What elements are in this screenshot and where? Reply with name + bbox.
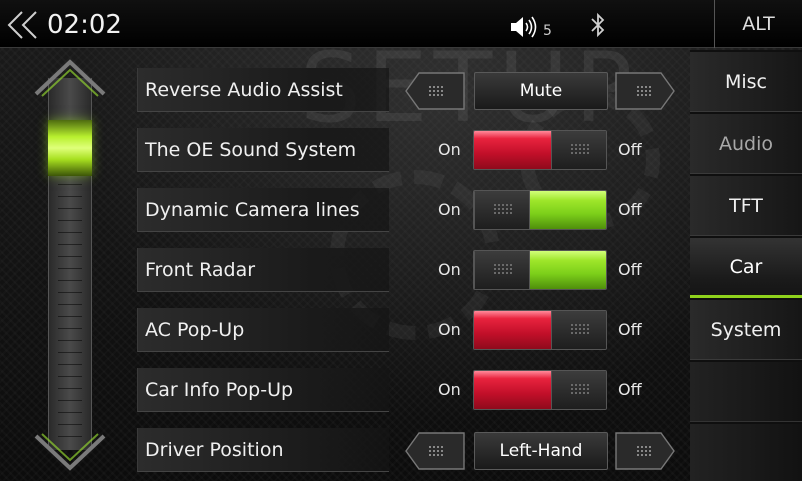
on-label: On <box>438 320 461 339</box>
arrow-right-icon <box>615 432 675 470</box>
tab-placeholder <box>690 424 802 481</box>
off-label: Off <box>618 140 642 159</box>
volume-indicator[interactable]: 5 <box>510 14 560 40</box>
volume-level: 5 <box>543 23 552 39</box>
on-label: On <box>438 200 461 219</box>
bluetooth-icon <box>591 12 605 38</box>
toggle-fill <box>474 131 552 169</box>
setting-row-car-info-pop-up: Car Info Pop-Up On Off <box>137 366 677 414</box>
toggle-fill <box>474 371 552 409</box>
setting-label: Dynamic Camera lines <box>137 188 389 232</box>
arrow-right-icon <box>615 72 675 110</box>
next-option-button[interactable] <box>615 72 675 110</box>
status-bar: 02:02 5 ALT <box>0 0 802 48</box>
car-info-pop-up-toggle[interactable] <box>473 370 607 410</box>
tab-audio[interactable]: Audio <box>690 114 802 174</box>
setting-row-reverse-audio-assist: Reverse Audio Assist Mute <box>137 66 677 114</box>
setting-label: Driver Position <box>137 428 389 472</box>
dynamic-camera-lines-toggle[interactable] <box>473 190 607 230</box>
back-button[interactable] <box>6 10 42 40</box>
toggle-fill <box>530 251 606 289</box>
next-option-button[interactable] <box>615 432 675 470</box>
tab-tft[interactable]: TFT <box>690 176 802 236</box>
chevron-down-icon <box>34 433 106 471</box>
chevron-up-icon <box>34 59 106 97</box>
speaker-icon <box>511 16 537 38</box>
setting-label: Reverse Audio Assist <box>137 68 389 112</box>
off-label: Off <box>618 380 642 399</box>
toggle-knob[interactable] <box>551 371 606 409</box>
off-label: Off <box>618 260 642 279</box>
bluetooth-status <box>589 12 607 38</box>
off-label: Off <box>618 200 642 219</box>
toggle-knob[interactable] <box>551 131 606 169</box>
clock: 02:02 <box>47 10 122 40</box>
toggle-fill <box>474 311 552 349</box>
on-label: On <box>438 380 461 399</box>
tab-car[interactable]: Car <box>690 238 802 298</box>
on-label: On <box>438 260 461 279</box>
setting-label: The OE Sound System <box>137 128 389 172</box>
setting-label: Front Radar <box>137 248 389 292</box>
ac-pop-up-toggle[interactable] <box>473 310 607 350</box>
alt-button[interactable]: ALT <box>715 0 802 48</box>
on-label: On <box>438 140 461 159</box>
selector-value: Mute <box>474 72 608 110</box>
tab-placeholder <box>690 362 802 422</box>
toggle-fill <box>530 191 606 229</box>
category-tabs: Misc Audio TFT Car System <box>690 50 802 481</box>
selector-value: Left-Hand <box>474 432 608 470</box>
arrow-left-icon <box>405 432 465 470</box>
setting-label: AC Pop-Up <box>137 308 389 352</box>
setting-row-dynamic-camera-lines: Dynamic Camera lines On Off <box>137 186 677 234</box>
scrollbar[interactable] <box>30 58 110 472</box>
previous-option-button[interactable] <box>405 432 465 470</box>
setting-row-ac-pop-up: AC Pop-Up On Off <box>137 306 677 354</box>
tab-system[interactable]: System <box>690 300 802 360</box>
double-chevron-left-icon <box>7 11 37 39</box>
off-label: Off <box>618 320 642 339</box>
scroll-thumb[interactable] <box>48 120 92 176</box>
setting-label: Car Info Pop-Up <box>137 368 389 412</box>
scroll-up-button[interactable] <box>30 58 110 100</box>
arrow-left-icon <box>405 72 465 110</box>
setting-row-front-radar: Front Radar On Off <box>137 246 677 294</box>
toggle-knob[interactable] <box>551 311 606 349</box>
scroll-down-button[interactable] <box>30 430 110 472</box>
tab-misc[interactable]: Misc <box>690 52 802 112</box>
oe-sound-system-toggle[interactable] <box>473 130 607 170</box>
toggle-knob[interactable] <box>474 191 530 229</box>
front-radar-toggle[interactable] <box>473 250 607 290</box>
toggle-knob[interactable] <box>474 251 530 289</box>
scroll-ticks <box>58 148 82 448</box>
setting-row-driver-position: Driver Position Left-Hand <box>137 426 677 474</box>
setting-row-oe-sound-system: The OE Sound System On Off <box>137 126 677 174</box>
previous-option-button[interactable] <box>405 72 465 110</box>
